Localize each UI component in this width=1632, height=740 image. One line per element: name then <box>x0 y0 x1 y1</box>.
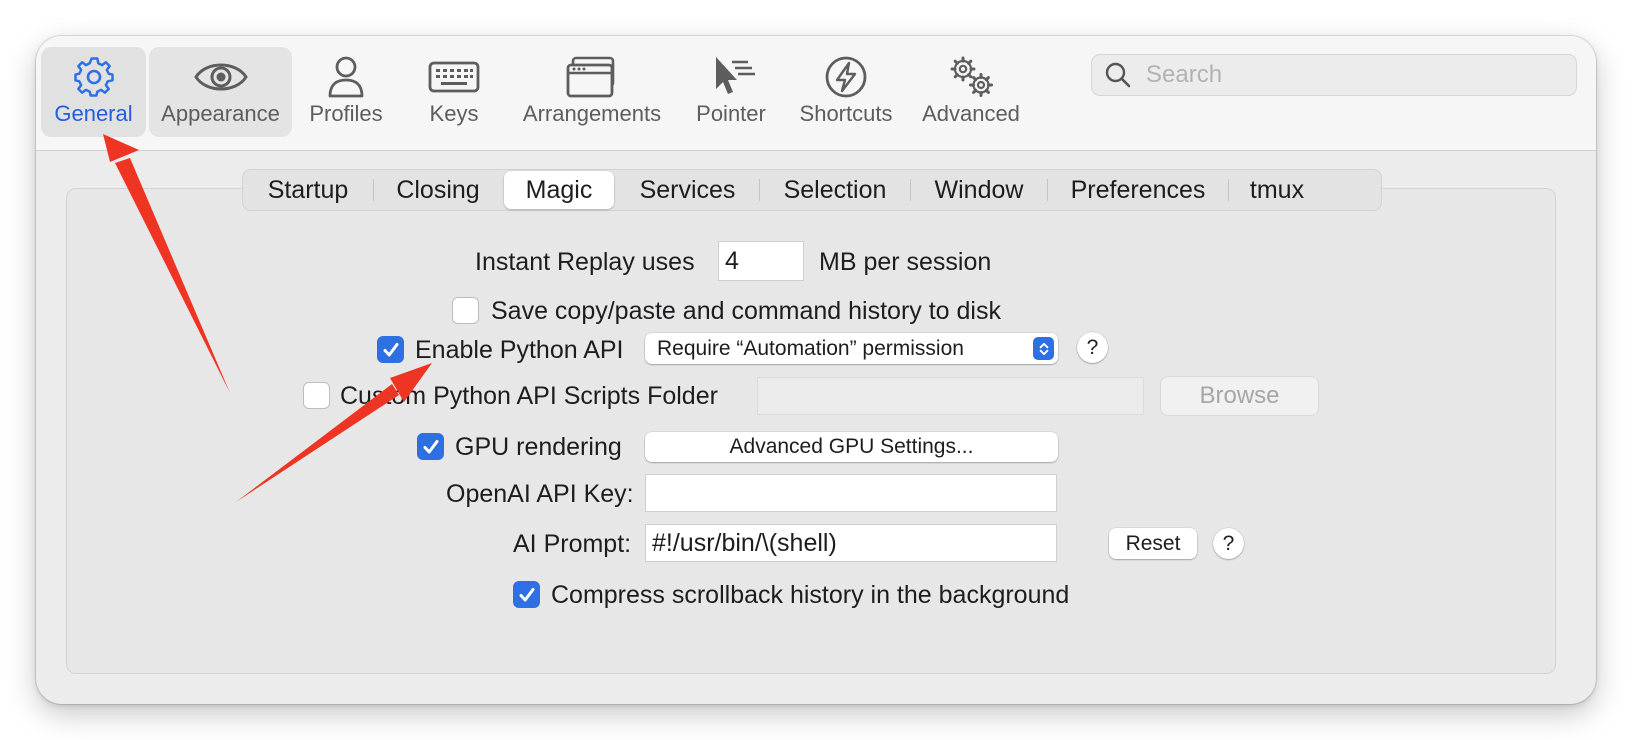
openai-key-label: OpenAI API Key: <box>446 480 634 508</box>
tab-bar: Startup Closing Magic Services Selection… <box>242 169 1382 211</box>
custom-scripts-label: Custom Python API Scripts Folder <box>340 382 718 410</box>
python-api-checkbox[interactable] <box>377 336 404 363</box>
toolbar-label-arrangements: Arrangements <box>522 101 662 126</box>
ai-prompt-label: AI Prompt: <box>513 530 632 558</box>
tab-preferences[interactable]: Preferences <box>1048 171 1228 209</box>
checkmark-icon <box>383 342 398 356</box>
advanced-gpu-settings-button[interactable]: Advanced GPU Settings... <box>645 432 1058 462</box>
custom-scripts-path-input[interactable] <box>757 377 1144 415</box>
toolbar-label-shortcuts: Shortcuts <box>799 101 893 126</box>
toolbar-item-pointer[interactable]: Pointer <box>686 47 776 137</box>
windows-icon <box>566 56 615 98</box>
python-api-help-button[interactable]: ? <box>1077 332 1108 363</box>
toolbar-item-arrangements[interactable]: Arrangements <box>516 47 668 137</box>
instant-replay-label: Instant Replay uses <box>475 248 695 276</box>
toolbar-label-general: General <box>54 101 133 126</box>
pointer-icon <box>716 57 755 94</box>
compress-scrollback-label: Compress scrollback history in the backg… <box>551 581 1070 609</box>
gears-icon <box>950 56 993 97</box>
search-field[interactable] <box>1091 54 1577 96</box>
tab-window[interactable]: Window <box>911 171 1047 209</box>
tab-services[interactable]: Services <box>616 171 759 209</box>
preferences-window: General Appearance Profiles Keys Arrange… <box>36 36 1596 704</box>
toolbar-item-profiles[interactable]: Profiles <box>296 47 396 137</box>
toolbar-item-appearance[interactable]: Appearance <box>149 47 292 137</box>
python-api-label: Enable Python API <box>415 336 624 364</box>
toolbar-item-general[interactable]: General <box>41 47 146 137</box>
browse-button[interactable]: Browse <box>1161 377 1318 415</box>
tab-startup[interactable]: Startup <box>243 171 373 209</box>
python-api-permission-value: Require “Automation” permission <box>657 336 964 360</box>
instant-replay-unit: MB per session <box>819 248 992 276</box>
gpu-rendering-label: GPU rendering <box>455 433 622 461</box>
keyboard-icon <box>428 61 480 93</box>
ai-prompt-input[interactable]: #!/usr/bin/\(shell) <box>645 524 1057 562</box>
eye-icon <box>193 63 248 91</box>
toolbar-item-advanced[interactable]: Advanced <box>916 47 1026 137</box>
toolbar-label-profiles: Profiles <box>309 101 383 126</box>
bolt-icon <box>825 56 867 98</box>
custom-scripts-checkbox[interactable] <box>303 382 330 409</box>
instant-replay-input[interactable]: 4 <box>718 241 804 281</box>
save-history-checkbox[interactable] <box>452 297 479 324</box>
toolbar-label-advanced: Advanced <box>922 101 1020 126</box>
openai-key-input[interactable] <box>645 474 1057 512</box>
checkmark-icon <box>423 439 438 453</box>
ai-prompt-help-button[interactable]: ? <box>1213 528 1244 559</box>
tab-selection[interactable]: Selection <box>760 171 910 209</box>
popup-arrows-icon <box>1033 337 1054 360</box>
gpu-rendering-checkbox[interactable] <box>417 433 444 460</box>
search-input[interactable] <box>1146 61 1546 89</box>
toolbar-label-keys: Keys <box>429 101 479 126</box>
tab-closing[interactable]: Closing <box>374 171 502 209</box>
toolbar-label-pointer: Pointer <box>696 101 766 126</box>
tab-tmux[interactable]: tmux <box>1229 171 1325 209</box>
tab-magic[interactable]: Magic <box>504 171 614 209</box>
gear-icon <box>73 57 114 97</box>
toolbar-label-appearance: Appearance <box>161 101 280 126</box>
preferences-toolbar: General Appearance Profiles Keys Arrange… <box>36 36 1596 151</box>
toolbar-item-keys[interactable]: Keys <box>406 47 502 137</box>
person-icon <box>328 56 364 98</box>
checkmark-icon <box>519 587 534 601</box>
search-icon <box>1105 62 1131 88</box>
save-history-label: Save copy/paste and command history to d… <box>491 297 1001 325</box>
reset-button[interactable]: Reset <box>1109 528 1197 559</box>
compress-scrollback-checkbox[interactable] <box>513 581 540 608</box>
toolbar-item-shortcuts[interactable]: Shortcuts <box>791 47 901 137</box>
python-api-permission-popup[interactable]: Require “Automation” permission <box>645 333 1058 364</box>
